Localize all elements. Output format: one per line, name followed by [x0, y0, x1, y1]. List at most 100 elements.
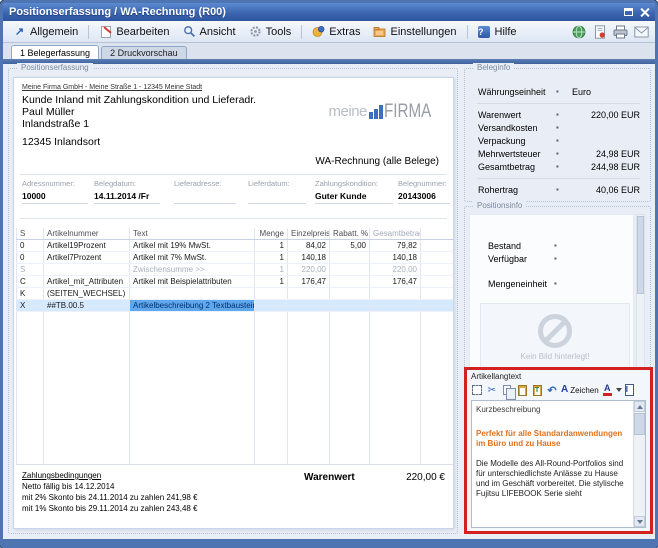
menu-item-extras[interactable]: Extras	[306, 23, 366, 40]
caret-down-icon[interactable]	[616, 388, 622, 392]
total-value: 220,00 €	[335, 472, 445, 483]
font-color-icon[interactable]: A	[602, 384, 613, 396]
mail-icon[interactable]	[634, 24, 649, 39]
content-area: Positionserfassung Meine Firma GmbH - Me…	[3, 64, 655, 542]
artikellangtext-editor[interactable]: Kurzbeschreibung Perfekt für alle Standa…	[471, 400, 646, 528]
paste-text-icon[interactable]	[533, 385, 542, 396]
no-image-text: Kein Bild hinterlegt!	[521, 352, 590, 361]
scrollbar-thumb[interactable]	[634, 413, 645, 435]
logo-text-firma: FIRMA	[384, 104, 431, 119]
table-row-pagebreak[interactable]: K (SEITEN_WECHSEL)	[16, 288, 454, 300]
editor-scrollbar[interactable]	[633, 401, 645, 527]
field-adressnummer: Adressnummer: 10000	[22, 179, 88, 204]
menu-item-bearbeiten[interactable]: Bearbeiten	[93, 23, 175, 40]
field-belegnummer: Belegnummer: 20143006	[398, 179, 450, 204]
col-header-text: Text	[130, 228, 255, 239]
select-icon[interactable]	[472, 385, 482, 395]
info-row-versandkosten: Versandkosten	[465, 121, 650, 134]
magnifier-icon	[183, 25, 196, 38]
recipient-line: Inlandstraße 1	[22, 118, 256, 130]
field-value[interactable]: 20143006	[398, 191, 450, 204]
field-value[interactable]: 10000	[22, 191, 88, 204]
extras-icon	[312, 25, 325, 38]
info-row-warenwert: Warenwert 220,00 EUR	[465, 108, 650, 121]
menu-item-tools[interactable]: Tools	[243, 23, 298, 40]
table-row[interactable]: 0 Artikel19Prozent Artikel mit 19% MwSt.…	[16, 240, 454, 252]
group-label: Beleginfo	[473, 63, 514, 72]
field-lieferdatum: Lieferdatum:	[248, 179, 306, 204]
info-row-bestand: Bestand	[470, 239, 633, 252]
menu-item-allgemein[interactable]: Allgemein	[7, 23, 84, 40]
logo-text-meine: meine	[329, 105, 367, 119]
menu-label: Bearbeiten	[116, 26, 169, 38]
divider	[477, 178, 640, 179]
toolbar-right	[571, 24, 649, 39]
menu-item-einstellungen[interactable]: Einstellungen	[367, 23, 462, 40]
scroll-up-icon[interactable]	[634, 401, 645, 412]
field-label: Adressnummer:	[22, 179, 88, 188]
divider	[477, 103, 640, 104]
menu-item-ansicht[interactable]: Ansicht	[177, 23, 242, 40]
field-value[interactable]	[174, 191, 236, 204]
payment-terms-line: Netto fällig bis 14.12.2014	[22, 481, 198, 492]
arrow-up-right-icon	[13, 25, 26, 38]
close-icon[interactable]	[640, 8, 649, 17]
no-image-icon	[538, 314, 572, 348]
restore-icon[interactable]	[624, 8, 633, 16]
info-row-verpackung: Verpackung	[465, 134, 650, 147]
ibeam-icon[interactable]	[625, 384, 634, 396]
char-format-icon: A	[561, 385, 568, 395]
group-label: Positionsinfo	[473, 201, 526, 210]
tab-druckvorschau[interactable]: 2 Druckvorschau	[101, 46, 187, 59]
group-beleginfo: Beleginfo Währungseinheit Euro Warenwert…	[464, 68, 651, 202]
richtext-toolbar: A Zeichen A	[471, 382, 646, 398]
field-belegdatum: Belegdatum: 14.11.2014 /Fr	[94, 179, 160, 204]
menu-item-hilfe[interactable]: Hilfe	[472, 23, 523, 40]
text-body: Die Modelle des All-Round-Portfolios sin…	[476, 459, 629, 499]
equals-icon	[556, 186, 572, 194]
text-kurzbeschreibung: Kurzbeschreibung	[476, 405, 629, 415]
copy-icon[interactable]	[503, 385, 511, 395]
text-highlight: Perfekt für alle Standardanwendungen im …	[476, 429, 629, 449]
scrollbar-thumb[interactable]	[637, 216, 644, 294]
paste-icon[interactable]	[518, 385, 527, 396]
table-row[interactable]: 0 Artikel7Prozent Artikel mit 7% MwSt. 1…	[16, 252, 454, 264]
scroll-down-icon[interactable]	[634, 516, 645, 527]
menu-bar: Allgemein Bearbeiten Ansicht Tools Extra…	[3, 21, 655, 43]
divider	[20, 174, 447, 175]
field-label: Belegnummer:	[398, 179, 450, 188]
col-header-extra	[421, 228, 454, 239]
equals-icon	[556, 124, 572, 132]
document-type: WA-Rechnung (alle Belege)	[315, 156, 439, 167]
field-label: Lieferadresse:	[174, 179, 236, 188]
globe-icon[interactable]	[571, 24, 586, 39]
menu-label: Tools	[266, 26, 292, 38]
table-row-selected[interactable]: X ##TB.00.5 Artikelbeschreibung 2 Textba…	[16, 300, 454, 312]
character-format-button[interactable]: A Zeichen	[561, 385, 599, 395]
printer-icon[interactable]	[613, 24, 628, 39]
edit-icon	[101, 26, 111, 38]
payment-terms-title: Zahlungsbedingungen	[22, 470, 198, 481]
document-info-icon[interactable]	[592, 24, 607, 39]
table-row-subtotal[interactable]: S Zwischensumme >> 1 220,00 220,00	[16, 264, 454, 276]
menu-label: Einstellungen	[390, 26, 456, 38]
field-value[interactable]: Guter Kunde	[315, 191, 393, 204]
info-row-verfuegbar: Verfügbar	[470, 252, 633, 265]
field-value[interactable]	[248, 191, 306, 204]
equals-icon	[556, 111, 572, 119]
undo-icon[interactable]	[546, 384, 558, 396]
group-positionserfassung: Positionserfassung Meine Firma GmbH - Me…	[8, 68, 458, 534]
col-header-artikelnummer: Artikelnummer	[44, 228, 130, 239]
table-row[interactable]: C Artikel_mit_Attributen Artikel mit Bei…	[16, 276, 454, 288]
equals-icon	[556, 137, 572, 145]
menu-separator	[301, 25, 302, 39]
recipient-line: Paul Müller	[22, 106, 256, 118]
col-header-rabatt: Rabatt. %	[330, 228, 370, 239]
menu-label: Extras	[329, 26, 360, 38]
cut-icon[interactable]	[486, 384, 498, 396]
table-empty-area[interactable]	[16, 312, 454, 465]
field-value[interactable]: 14.11.2014 /Fr	[94, 191, 160, 204]
equals-icon	[556, 150, 572, 158]
info-row-rohertrag: Rohertrag 40,06 EUR	[465, 183, 650, 196]
tab-belegerfassung[interactable]: 1 Belegerfassung	[11, 45, 99, 59]
